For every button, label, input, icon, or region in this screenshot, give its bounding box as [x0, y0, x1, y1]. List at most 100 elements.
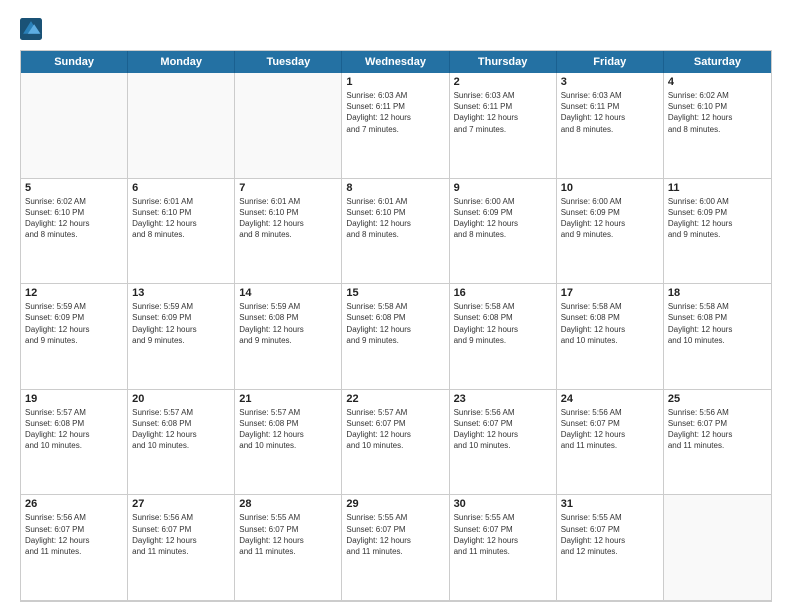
- cell-date: 23: [454, 393, 552, 405]
- day-header-tuesday: Tuesday: [235, 51, 342, 73]
- calendar-cell: 30 Sunrise: 5:55 AM Sunset: 6:07 PM Dayli…: [450, 495, 557, 601]
- cell-info: Sunrise: 6:02 AM Sunset: 6:10 PM Dayligh…: [25, 196, 123, 241]
- calendar-cell: 1 Sunrise: 6:03 AM Sunset: 6:11 PM Daylig…: [342, 73, 449, 179]
- cell-info: Sunrise: 5:59 AM Sunset: 6:09 PM Dayligh…: [132, 301, 230, 346]
- calendar-cell: 26 Sunrise: 5:56 AM Sunset: 6:07 PM Dayli…: [21, 495, 128, 601]
- calendar-cell: 4 Sunrise: 6:02 AM Sunset: 6:10 PM Daylig…: [664, 73, 771, 179]
- day-header-wednesday: Wednesday: [342, 51, 449, 73]
- calendar-cell: [235, 73, 342, 179]
- cell-date: 24: [561, 393, 659, 405]
- cell-date: 21: [239, 393, 337, 405]
- cell-date: 9: [454, 182, 552, 194]
- cell-info: Sunrise: 5:58 AM Sunset: 6:08 PM Dayligh…: [346, 301, 444, 346]
- calendar-cell: 31Sunrise: 5:55 AM Sunset: 6:07 PM Dayli…: [557, 495, 664, 601]
- cell-date: 15: [346, 287, 444, 299]
- calendar: SundayMondayTuesdayWednesdayThursdayFrid…: [20, 50, 772, 602]
- cell-date: 2: [454, 76, 552, 88]
- calendar-cell: 7 Sunrise: 6:01 AM Sunset: 6:10 PM Daylig…: [235, 179, 342, 285]
- day-headers: SundayMondayTuesdayWednesdayThursdayFrid…: [21, 51, 771, 73]
- cell-date: 6: [132, 182, 230, 194]
- cell-date: 13: [132, 287, 230, 299]
- cell-date: 12: [25, 287, 123, 299]
- header: [20, 18, 772, 40]
- cell-info: Sunrise: 6:01 AM Sunset: 6:10 PM Dayligh…: [239, 196, 337, 241]
- cell-info: Sunrise: 5:59 AM Sunset: 6:09 PM Dayligh…: [25, 301, 123, 346]
- calendar-cell: [664, 495, 771, 601]
- cell-date: 17: [561, 287, 659, 299]
- calendar-cell: 19 Sunrise: 5:57 AM Sunset: 6:08 PM Dayli…: [21, 390, 128, 496]
- calendar-cell: 11Sunrise: 6:00 AM Sunset: 6:09 PM Dayli…: [664, 179, 771, 285]
- calendar-cell: 17 Sunrise: 5:58 AM Sunset: 6:08 PM Dayli…: [557, 284, 664, 390]
- cell-date: 29: [346, 498, 444, 510]
- cell-info: Sunrise: 5:55 AM Sunset: 6:07 PM Dayligh…: [346, 512, 444, 557]
- cell-info: Sunrise: 5:56 AM Sunset: 6:07 PM Dayligh…: [132, 512, 230, 557]
- cell-date: 14: [239, 287, 337, 299]
- calendar-cell: 22 Sunrise: 5:57 AM Sunset: 6:07 PM Dayli…: [342, 390, 449, 496]
- cell-info: Sunrise: 5:58 AM Sunset: 6:08 PM Dayligh…: [454, 301, 552, 346]
- calendar-cell: 20 Sunrise: 5:57 AM Sunset: 6:08 PM Dayli…: [128, 390, 235, 496]
- cell-date: 27: [132, 498, 230, 510]
- calendar-cell: 23 Sunrise: 5:56 AM Sunset: 6:07 PM Dayli…: [450, 390, 557, 496]
- cell-info: Sunrise: 5:55 AM Sunset: 6:07 PM Dayligh…: [239, 512, 337, 557]
- cell-date: 30: [454, 498, 552, 510]
- cell-info: Sunrise: 5:56 AM Sunset: 6:07 PM Dayligh…: [561, 407, 659, 452]
- cell-info: Sunrise: 5:56 AM Sunset: 6:07 PM Dayligh…: [454, 407, 552, 452]
- cell-info: Sunrise: 6:03 AM Sunset: 6:11 PM Dayligh…: [346, 90, 444, 135]
- page: SundayMondayTuesdayWednesdayThursdayFrid…: [0, 0, 792, 612]
- calendar-cell: 15 Sunrise: 5:58 AM Sunset: 6:08 PM Dayli…: [342, 284, 449, 390]
- calendar-cell: 13 Sunrise: 5:59 AM Sunset: 6:09 PM Dayli…: [128, 284, 235, 390]
- cell-info: Sunrise: 6:00 AM Sunset: 6:09 PM Dayligh…: [454, 196, 552, 241]
- cell-info: Sunrise: 6:01 AM Sunset: 6:10 PM Dayligh…: [346, 196, 444, 241]
- calendar-cell: 2Sunrise: 6:03 AM Sunset: 6:11 PM Daylig…: [450, 73, 557, 179]
- day-header-thursday: Thursday: [450, 51, 557, 73]
- cell-info: Sunrise: 5:59 AM Sunset: 6:08 PM Dayligh…: [239, 301, 337, 346]
- cell-info: Sunrise: 5:55 AM Sunset: 6:07 PM Dayligh…: [454, 512, 552, 557]
- cell-date: 16: [454, 287, 552, 299]
- cell-date: 8: [346, 182, 444, 194]
- cell-info: Sunrise: 6:01 AM Sunset: 6:10 PM Dayligh…: [132, 196, 230, 241]
- cell-info: Sunrise: 5:55 AM Sunset: 6:07 PM Dayligh…: [561, 512, 659, 557]
- day-header-saturday: Saturday: [664, 51, 771, 73]
- logo-icon: [20, 18, 42, 40]
- calendar-cell: 9 Sunrise: 6:00 AM Sunset: 6:09 PM Daylig…: [450, 179, 557, 285]
- cell-date: 7: [239, 182, 337, 194]
- cell-date: 11: [668, 182, 767, 194]
- cell-info: Sunrise: 5:57 AM Sunset: 6:08 PM Dayligh…: [132, 407, 230, 452]
- calendar-cell: 21 Sunrise: 5:57 AM Sunset: 6:08 PM Dayli…: [235, 390, 342, 496]
- logo: [20, 18, 46, 40]
- calendar-cell: 14 Sunrise: 5:59 AM Sunset: 6:08 PM Dayli…: [235, 284, 342, 390]
- cell-date: 3: [561, 76, 659, 88]
- cell-date: 19: [25, 393, 123, 405]
- calendar-cell: 6 Sunrise: 6:01 AM Sunset: 6:10 PM Daylig…: [128, 179, 235, 285]
- cell-date: 5: [25, 182, 123, 194]
- calendar-cell: 10Sunrise: 6:00 AM Sunset: 6:09 PM Dayli…: [557, 179, 664, 285]
- cell-date: 25: [668, 393, 767, 405]
- cell-date: 10: [561, 182, 659, 194]
- calendar-cell: 25 Sunrise: 5:56 AM Sunset: 6:07 PM Dayli…: [664, 390, 771, 496]
- cell-info: Sunrise: 5:57 AM Sunset: 6:08 PM Dayligh…: [239, 407, 337, 452]
- cell-date: 1: [346, 76, 444, 88]
- calendar-grid: 1 Sunrise: 6:03 AM Sunset: 6:11 PM Daylig…: [21, 73, 771, 601]
- calendar-cell: 18Sunrise: 5:58 AM Sunset: 6:08 PM Dayli…: [664, 284, 771, 390]
- cell-date: 22: [346, 393, 444, 405]
- calendar-cell: 27 Sunrise: 5:56 AM Sunset: 6:07 PM Dayli…: [128, 495, 235, 601]
- cell-date: 26: [25, 498, 123, 510]
- day-header-monday: Monday: [128, 51, 235, 73]
- calendar-cell: [21, 73, 128, 179]
- cell-date: 20: [132, 393, 230, 405]
- cell-info: Sunrise: 5:58 AM Sunset: 6:08 PM Dayligh…: [561, 301, 659, 346]
- day-header-sunday: Sunday: [21, 51, 128, 73]
- cell-date: 18: [668, 287, 767, 299]
- cell-date: 4: [668, 76, 767, 88]
- cell-info: Sunrise: 6:03 AM Sunset: 6:11 PM Dayligh…: [561, 90, 659, 135]
- calendar-cell: 12 Sunrise: 5:59 AM Sunset: 6:09 PM Dayli…: [21, 284, 128, 390]
- cell-info: Sunrise: 5:57 AM Sunset: 6:08 PM Dayligh…: [25, 407, 123, 452]
- calendar-cell: 3 Sunrise: 6:03 AM Sunset: 6:11 PM Daylig…: [557, 73, 664, 179]
- calendar-cell: [128, 73, 235, 179]
- cell-info: Sunrise: 5:56 AM Sunset: 6:07 PM Dayligh…: [25, 512, 123, 557]
- calendar-cell: 24 Sunrise: 5:56 AM Sunset: 6:07 PM Dayli…: [557, 390, 664, 496]
- cell-date: 28: [239, 498, 337, 510]
- cell-info: Sunrise: 6:02 AM Sunset: 6:10 PM Dayligh…: [668, 90, 767, 135]
- cell-info: Sunrise: 5:56 AM Sunset: 6:07 PM Dayligh…: [668, 407, 767, 452]
- cell-info: Sunrise: 5:57 AM Sunset: 6:07 PM Dayligh…: [346, 407, 444, 452]
